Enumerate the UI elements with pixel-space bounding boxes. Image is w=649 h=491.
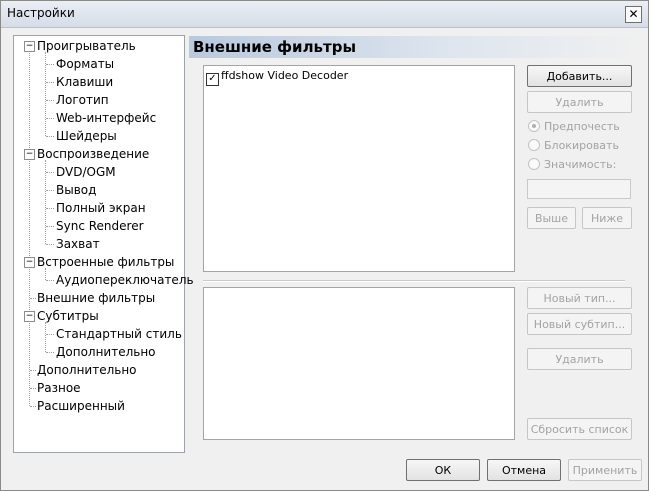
block-label: Блокировать xyxy=(544,139,619,152)
tree-guide-line xyxy=(46,208,54,209)
new-type-button[interactable]: Новый тип... xyxy=(527,287,632,309)
tree-guide-line xyxy=(46,352,54,353)
tree-item-advanced[interactable]: Расширенный xyxy=(37,397,125,415)
collapse-icon[interactable]: − xyxy=(24,257,35,268)
tree-item-audio-switcher[interactable]: Аудиопереключатель xyxy=(56,271,194,289)
block-radio[interactable]: Блокировать xyxy=(528,139,619,152)
radio-selected-icon xyxy=(528,120,540,132)
tree-item-external-filters[interactable]: Внешние фильтры xyxy=(37,289,155,307)
tree-item-shaders[interactable]: Шейдеры xyxy=(56,127,117,145)
filters-list[interactable]: ✓ ffdshow Video Decoder xyxy=(203,65,515,272)
tree-guide-line xyxy=(45,322,46,352)
tree-item-keys[interactable]: Клавиши xyxy=(56,73,113,91)
collapse-icon[interactable]: − xyxy=(24,41,35,52)
merit-radio[interactable]: Значимость: xyxy=(528,158,616,171)
tree-item-default-style[interactable]: Стандартный стиль xyxy=(56,325,182,343)
tree-guide-line xyxy=(30,370,36,371)
tree-item-web-interface[interactable]: Web-интерфейс xyxy=(56,109,156,127)
panel-header: Внешние фильтры xyxy=(189,36,641,58)
tree-guide-line xyxy=(46,64,54,65)
page-title: Внешние фильтры xyxy=(193,38,357,56)
tree-item-subtitles[interactable]: Субтитры xyxy=(37,307,99,325)
apply-button[interactable]: Применить xyxy=(568,459,642,481)
tree-guide-line xyxy=(46,172,54,173)
tree-guide-line xyxy=(46,82,54,83)
close-icon[interactable]: ✕ xyxy=(625,6,642,23)
tree-item-fullscreen[interactable]: Полный экран xyxy=(56,199,146,217)
tree-guide-line xyxy=(30,406,36,407)
tree-item-internal-filters[interactable]: Встроенные фильтры xyxy=(37,253,174,271)
tree-guide-line xyxy=(46,190,54,191)
radio-icon xyxy=(528,139,540,151)
collapse-icon[interactable]: − xyxy=(24,311,35,322)
tree-item-formats[interactable]: Форматы xyxy=(56,55,114,73)
tree-guide-line xyxy=(46,118,54,119)
window-title: Настройки xyxy=(7,6,75,20)
tree-guide-line xyxy=(29,50,30,406)
tree-guide-line xyxy=(46,244,54,245)
tree-item-misc[interactable]: Разное xyxy=(37,379,81,397)
reset-list-button[interactable]: Сбросить список xyxy=(527,418,632,440)
collapse-icon[interactable]: − xyxy=(24,149,35,160)
list-item[interactable]: ✓ ffdshow Video Decoder xyxy=(206,69,348,86)
ok-button[interactable]: ОК xyxy=(406,459,480,481)
add-button[interactable]: Добавить... xyxy=(527,65,632,87)
media-types-list[interactable] xyxy=(203,287,515,440)
tree-guide-line xyxy=(46,136,54,137)
remove-button[interactable]: Удалить xyxy=(527,91,632,113)
move-down-button[interactable]: Ниже xyxy=(582,207,632,229)
remove-type-button[interactable]: Удалить xyxy=(527,348,632,370)
tree-guide-line xyxy=(46,226,54,227)
tree-guide-line xyxy=(30,388,36,389)
tree-guide-line xyxy=(30,298,36,299)
new-subtype-button[interactable]: Новый субтип... xyxy=(527,313,632,335)
tree-item-subtitles-misc[interactable]: Дополнительно xyxy=(56,343,156,361)
divider xyxy=(203,280,625,282)
tree-item-sync-renderer[interactable]: Sync Renderer xyxy=(56,217,144,235)
tree-item-player[interactable]: Проигрыватель xyxy=(37,37,136,55)
tree-item-additional[interactable]: Дополнительно xyxy=(37,361,137,379)
prefer-radio[interactable]: Предпочесть xyxy=(528,120,620,133)
merit-label: Значимость: xyxy=(544,158,617,171)
tree-item-dvd-ogm[interactable]: DVD/OGM xyxy=(56,163,116,181)
title-bar: Настройки ✕ xyxy=(1,1,648,28)
tree-item-logo[interactable]: Логотип xyxy=(56,91,109,109)
merit-input[interactable] xyxy=(527,179,631,199)
tree-item-playback[interactable]: Воспроизведение xyxy=(37,145,149,163)
filter-name: ffdshow Video Decoder xyxy=(221,69,349,82)
tree-item-output[interactable]: Вывод xyxy=(56,181,96,199)
tree-guide-line xyxy=(46,334,54,335)
tree-item-capture[interactable]: Захват xyxy=(56,235,100,253)
tree-guide-line xyxy=(46,280,54,281)
cancel-button[interactable]: Отмена xyxy=(487,459,561,481)
settings-window: Настройки ✕ − Проигрыватель Форматы Клав… xyxy=(0,0,649,491)
tree-guide-line xyxy=(46,100,54,101)
checkbox-checked-icon[interactable]: ✓ xyxy=(206,73,219,86)
settings-tree[interactable]: − Проигрыватель Форматы Клавиши Логотип … xyxy=(13,35,194,453)
prefer-label: Предпочесть xyxy=(544,120,620,133)
move-up-button[interactable]: Выше xyxy=(527,207,576,229)
radio-icon xyxy=(528,158,540,170)
